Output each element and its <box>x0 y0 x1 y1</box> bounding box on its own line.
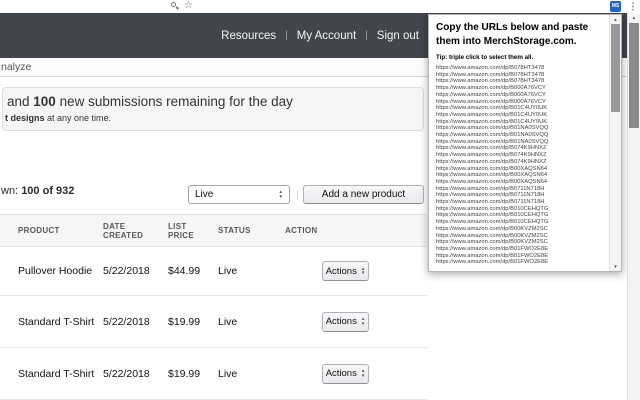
url-item: https://www.amazon.com/dp/B000A76VCY <box>436 98 546 105</box>
header-link-sign-out[interactable]: Sign out <box>377 30 419 42</box>
actions-updown-icon: ▲ ▼ <box>360 265 366 275</box>
url-item: https://www.amazon.com/dp/B078HT3478 <box>436 65 545 71</box>
action-cell: Actions ▲ ▼ <box>285 363 427 384</box>
table-header-row: PRODUCT DATE CREATED LIST PRICE STATUS A… <box>0 214 427 247</box>
price-cell: $19.99 <box>168 367 201 380</box>
url-item: https://www.amazon.com/dp/B078HT3478 <box>436 71 545 78</box>
table-row: Standard T-Shirt 5/22/2018 $19.99 Live A… <box>0 348 427 400</box>
url-item: https://www.amazon.com/dp/B00KVZM2SC <box>436 239 548 246</box>
browser-scrollbar[interactable]: ▲ <box>627 13 640 400</box>
scroll-thumb[interactable] <box>611 24 620 112</box>
submissions-notice: and 100 new submissions remaining for th… <box>2 87 424 131</box>
url-item: https://www.amazon.com/dp/B000A76VCY <box>436 91 546 98</box>
url-item: https://www.amazon.com/dp/B074K9HNXZ <box>436 158 547 165</box>
url-item: https://www.amazon.com/dp/B010CEHQTG <box>436 219 549 226</box>
screen: ☆ MS ⋮ Resources | My Account | Sign out… <box>0 0 640 400</box>
column-header-list-price: LIST PRICE <box>168 221 194 240</box>
url-item: https://www.amazon.com/dp/B00KVZM2SC <box>436 232 548 239</box>
url-item: https://www.amazon.com/dp/B01FWO2E8E <box>436 245 549 252</box>
popup-content: Copy the URLs below and paste them into … <box>429 15 609 271</box>
url-item: https://www.amazon.com/dp/B01FWO2E8E <box>436 252 549 259</box>
header-link-separator: | <box>285 30 288 41</box>
header-link-my-account[interactable]: My Account <box>297 30 356 42</box>
status-filter-select[interactable]: Live ▲ ▼ <box>188 185 290 204</box>
url-item: https://www.amazon.com/dp/B01NA0SVQQ <box>436 132 549 139</box>
scroll-up-arrow[interactable]: ▲ <box>610 15 621 24</box>
header-link-resources[interactable]: Resources <box>221 30 276 42</box>
nav-item-analyze[interactable]: nalyze <box>1 61 31 73</box>
products-shown-count: wn: 100 of 932 <box>1 185 75 197</box>
column-header-status: STATUS <box>218 226 251 235</box>
scroll-thumb[interactable] <box>629 23 639 128</box>
url-item: https://www.amazon.com/dp/B0711N718H <box>436 185 545 192</box>
table-row: Pullover Hoodie 5/22/2018 $44.99 Live Ac… <box>0 247 427 296</box>
bookmark-star-icon[interactable]: ☆ <box>184 0 193 12</box>
url-item: https://www.amazon.com/dp/B00XAQSN64 <box>436 172 548 179</box>
scroll-down-arrow[interactable]: ▼ <box>610 262 621 271</box>
url-item: https://www.amazon.com/dp/B00KVZM2SC <box>436 225 548 232</box>
extension-popup: Copy the URLs below and paste them into … <box>428 14 622 272</box>
column-header-product: PRODUCT <box>18 226 60 235</box>
actions-button[interactable]: Actions ▲ ▼ <box>322 261 369 281</box>
status-cell: Live <box>218 265 238 277</box>
controls-divider <box>297 189 298 200</box>
url-item: https://www.amazon.com/dp/B00XAQSN64 <box>436 165 548 172</box>
notice-line-1: and 100 new submissions remaining for th… <box>7 94 293 109</box>
price-cell: $44.99 <box>168 265 201 277</box>
product-cell: Standard T-Shirt <box>18 367 95 380</box>
url-item: https://www.amazon.com/dp/B01NA0SVQQ <box>436 125 549 132</box>
url-item: https://www.amazon.com/dp/B078HT3478 <box>436 78 545 85</box>
url-item: https://www.amazon.com/dp/B01C4UY0UK <box>436 105 548 112</box>
url-item: https://www.amazon.com/dp/B010CEHQTG <box>436 212 549 219</box>
browser-menu-icon[interactable]: ⋮ <box>628 0 638 13</box>
url-item: https://www.amazon.com/dp/B00XAQSN64 <box>436 178 548 185</box>
popup-tip: Tip: triple click to select them all. <box>436 54 534 61</box>
url-item: https://www.amazon.com/dp/B01C4UY0UK <box>436 111 548 118</box>
status-cell: Live <box>218 367 238 380</box>
url-item: https://www.amazon.com/dp/B074K9HNXZ <box>436 152 547 159</box>
url-item: https://www.amazon.com/dp/B010CEHQTG <box>436 205 549 212</box>
table-row: Standard T-Shirt 5/22/2018 $19.99 Live A… <box>0 296 427 348</box>
url-list: https://www.amazon.com/dp/B078HT3478 http… <box>436 65 607 266</box>
status-cell: Live <box>218 315 238 328</box>
column-header-date-created: DATE CREATED <box>103 221 144 240</box>
header-link-separator: | <box>365 30 368 41</box>
notice-line-2: t designs at any one time. <box>5 113 112 123</box>
date-cell: 5/22/2018 <box>103 265 150 277</box>
url-item: https://www.amazon.com/dp/B0711N718H <box>436 199 545 206</box>
search-icon[interactable] <box>170 1 180 11</box>
price-cell: $19.99 <box>168 315 201 328</box>
url-item: https://www.amazon.com/dp/B074K9HNXZ <box>436 145 547 152</box>
url-item: https://www.amazon.com/dp/B01NA0SVQQ <box>436 138 549 145</box>
url-item: https://www.amazon.com/dp/B01C4UY0UK <box>436 118 548 125</box>
actions-button[interactable]: Actions ▲ ▼ <box>322 363 369 384</box>
action-cell: Actions ▲ ▼ <box>285 261 427 281</box>
status-filter-value: Live <box>195 189 214 200</box>
actions-updown-icon: ▲ ▼ <box>360 316 366 326</box>
popup-scrollbar[interactable]: ▲ ▼ <box>609 15 621 271</box>
select-updown-icon: ▲ ▼ <box>278 189 283 199</box>
header-links: Resources | My Account | Sign out <box>0 13 425 58</box>
popup-heading: Copy the URLs below and paste them into … <box>436 22 589 47</box>
url-item: https://www.amazon.com/dp/B0711N718H <box>436 192 545 199</box>
column-header-action: ACTION <box>285 226 318 235</box>
merchstorage-extension-icon[interactable]: MS <box>610 1 621 12</box>
actions-updown-icon: ▲ ▼ <box>360 368 366 378</box>
action-cell: Actions ▲ ▼ <box>285 311 427 332</box>
browser-toolbar: ☆ MS ⋮ <box>0 0 640 13</box>
actions-button[interactable]: Actions ▲ ▼ <box>322 311 369 332</box>
date-cell: 5/22/2018 <box>103 367 150 380</box>
scroll-up-arrow[interactable]: ▲ <box>628 13 640 23</box>
url-item: https://www.amazon.com/dp/B01FWO2E8E <box>436 259 549 266</box>
date-cell: 5/22/2018 <box>103 315 150 328</box>
product-cell: Pullover Hoodie <box>18 265 93 277</box>
url-item: https://www.amazon.com/dp/B000A76VCY <box>436 85 546 92</box>
product-cell: Standard T-Shirt <box>18 315 95 328</box>
add-product-button[interactable]: Add a new product <box>303 185 424 204</box>
